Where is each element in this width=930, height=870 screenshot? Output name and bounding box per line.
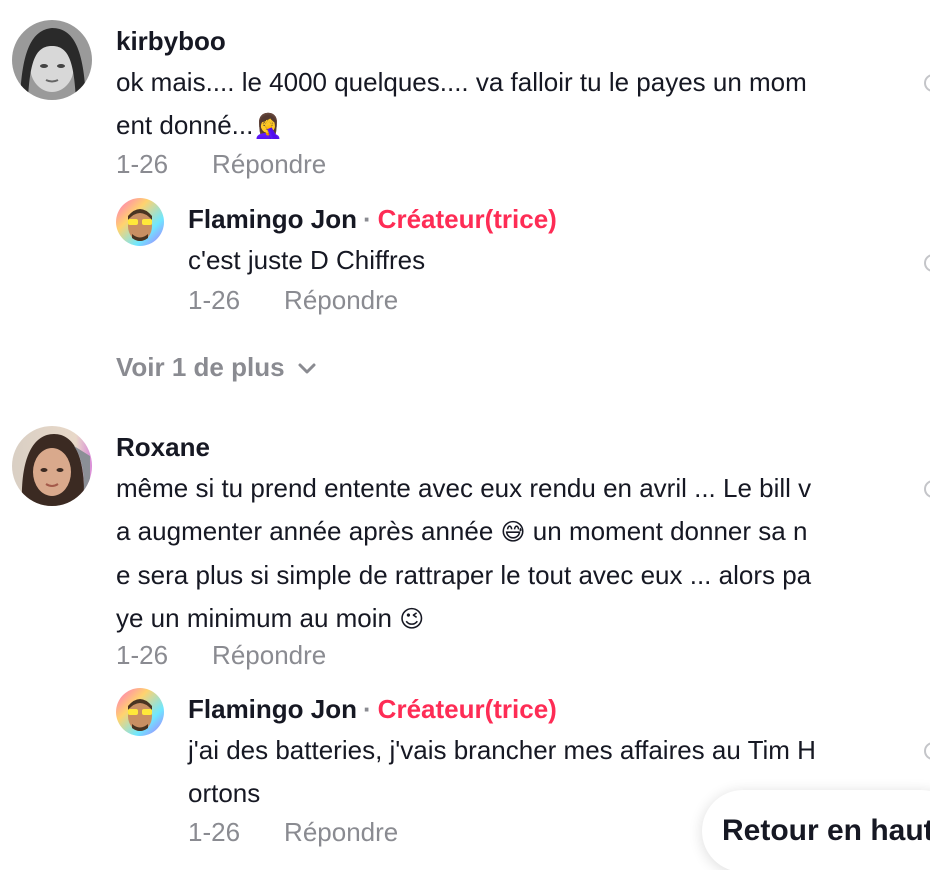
reply-text-line: c'est juste D Chiffres bbox=[188, 245, 426, 275]
creator-avatar[interactable] bbox=[116, 198, 164, 246]
reply-text-line: j'ai des batteries, j'vais brancher mes … bbox=[188, 735, 816, 765]
reply-button[interactable]: Répondre bbox=[212, 640, 326, 670]
reply-button[interactable]: Répondre bbox=[284, 817, 398, 847]
comment-text-line: ent donné...🤦‍♀️ bbox=[116, 104, 807, 148]
comment-date: 1-26 bbox=[116, 149, 169, 179]
view-more-replies[interactable]: Voir 1 de plus bbox=[116, 352, 317, 383]
comment-meta: 1-26 Répondre bbox=[116, 640, 326, 671]
reply-date: 1-26 bbox=[188, 285, 241, 315]
creator-badge: Créateur(trice) bbox=[377, 694, 557, 724]
like-heart-icon[interactable] bbox=[924, 254, 930, 272]
reply-username[interactable]: Flamingo Jon bbox=[188, 204, 357, 234]
reply-text: c'est juste D Chiffres bbox=[188, 239, 425, 282]
like-heart-icon[interactable] bbox=[924, 480, 930, 498]
reply-header: Flamingo Jon · Créateur(trice) bbox=[188, 694, 557, 725]
view-more-label: Voir 1 de plus bbox=[116, 352, 285, 382]
comment-text-segment: ye un minimum au moin bbox=[116, 603, 392, 633]
comments-panel: kirbyboo ok mais.... le 4000 quelques...… bbox=[0, 0, 930, 870]
like-heart-icon[interactable] bbox=[924, 742, 930, 760]
grinning-sweat-emoji-icon: 😅 bbox=[500, 518, 526, 546]
comment-text-line: e sera plus si simple de rattraper le to… bbox=[116, 560, 812, 590]
reply-meta: 1-26 Répondre bbox=[188, 285, 398, 316]
separator-dot: · bbox=[363, 694, 372, 724]
comment-meta: 1-26 Répondre bbox=[116, 149, 326, 180]
facepalm-emoji-icon: 🤦‍♀️ bbox=[253, 112, 284, 140]
comment-text-line: a augmenter année après année 😅 un momen… bbox=[116, 510, 811, 554]
reply-username[interactable]: Flamingo Jon bbox=[188, 694, 357, 724]
back-to-top-button[interactable]: Retour en haut bbox=[702, 790, 930, 870]
creator-avatar[interactable] bbox=[116, 688, 164, 736]
avatar[interactable] bbox=[12, 426, 92, 506]
reply-button[interactable]: Répondre bbox=[284, 285, 398, 315]
comment-text-line: même si tu prend entente avec eux rendu … bbox=[116, 473, 812, 503]
avatar[interactable] bbox=[12, 20, 92, 100]
comment-text-segment: ent donné... bbox=[116, 110, 254, 140]
creator-badge: Créateur(trice) bbox=[377, 204, 557, 234]
winking-emoji-icon: 😉 bbox=[399, 605, 425, 633]
comment-text-line: ok mais.... le 4000 quelques.... va fall… bbox=[116, 67, 807, 97]
comment-username[interactable]: Roxane bbox=[116, 432, 210, 463]
comment-text-line: ye un minimum au moin 😉 bbox=[116, 597, 811, 641]
comment-text: même si tu prend entente avec eux rendu … bbox=[116, 467, 811, 641]
comment-date: 1-26 bbox=[116, 640, 169, 670]
separator-dot: · bbox=[363, 204, 372, 234]
comment-text-segment: a augmenter année après année bbox=[116, 516, 494, 546]
reply-meta: 1-26 Répondre bbox=[188, 817, 398, 848]
reply-header: Flamingo Jon · Créateur(trice) bbox=[188, 204, 557, 235]
comment-text-segment: un moment donner sa n bbox=[532, 516, 808, 546]
like-heart-icon[interactable] bbox=[924, 74, 930, 92]
comment-username[interactable]: kirbyboo bbox=[116, 26, 226, 57]
chevron-down-icon bbox=[298, 363, 316, 374]
reply-button[interactable]: Répondre bbox=[212, 149, 326, 179]
reply-date: 1-26 bbox=[188, 817, 241, 847]
comment-text: ok mais.... le 4000 quelques.... va fall… bbox=[116, 61, 807, 148]
